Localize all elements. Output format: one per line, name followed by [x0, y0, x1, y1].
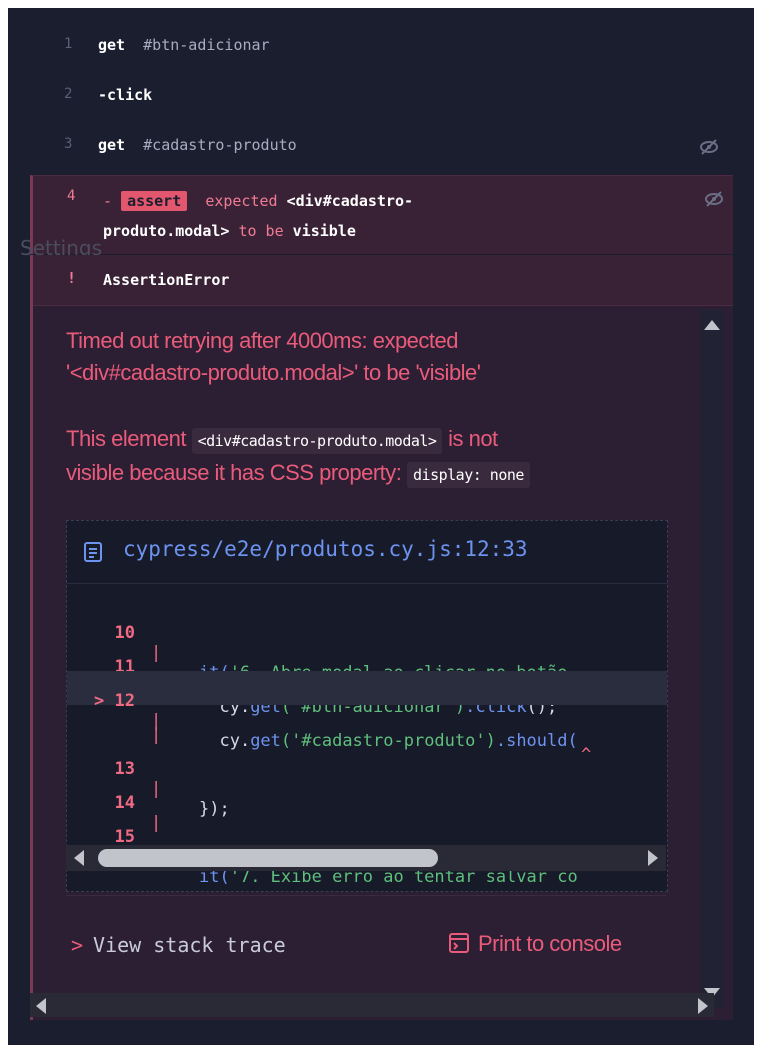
error-name: AssertionError — [103, 271, 230, 289]
eye-slash-icon[interactable] — [703, 188, 725, 210]
command-selector: #cadastro-produto — [143, 136, 297, 154]
code-line: 11 | cy.get('#btn-adicionar').click(); — [67, 637, 667, 717]
file-icon — [84, 542, 102, 562]
error-message-line1: Timed out retrying after 4000ms: expecte… — [66, 328, 459, 353]
error-header: ! AssertionError — [33, 255, 733, 306]
error-detail: This element <div#cadastro-produto.modal… — [66, 423, 686, 491]
command-log-panel: 1 get #btn-adicionar 2 -click 3 get #cad… — [8, 8, 754, 1045]
code-line: | ^ — [67, 705, 667, 765]
code-line: 14 | — [67, 773, 667, 833]
scrollbar-thumb[interactable] — [98, 849, 438, 867]
print-to-console-button[interactable]: Print to console — [448, 931, 622, 957]
scroll-left-arrow-icon[interactable] — [74, 850, 84, 866]
scroll-up-arrow-icon[interactable] — [704, 320, 720, 330]
bottom-horizontal-scrollbar[interactable] — [30, 993, 714, 1017]
vertical-scrollbar[interactable] — [700, 310, 724, 1008]
error-message-line2: '<div#cadastro-produto.modal>' to be 'vi… — [66, 360, 481, 385]
detail-text: visible because it has CSS property: — [66, 460, 402, 485]
assert-to-be: to be — [238, 222, 284, 240]
code-line-highlighted: > 12 | cy.get('#cadastro-produto').shoul… — [67, 671, 667, 751]
line-number: 15 — [114, 827, 135, 847]
assert-expected: expected — [205, 192, 278, 210]
command-name: get — [98, 136, 126, 154]
eye-slash-icon[interactable] — [698, 136, 720, 158]
error-icon: ! — [67, 269, 77, 287]
detail-text: This element — [66, 426, 186, 451]
assert-badge: assert — [121, 191, 188, 211]
code-frame: cypress/e2e/produtos.cy.js:12:33 10 | it… — [66, 520, 668, 892]
stack-trace-label: View stack trace — [93, 933, 286, 957]
divider — [66, 895, 666, 896]
command-selector: #btn-adicionar — [143, 36, 270, 54]
detail-css-code: display: none — [407, 462, 530, 488]
scroll-left-arrow-icon[interactable] — [36, 998, 46, 1014]
assert-subject-part1: <div#cadastro- — [286, 192, 414, 210]
terminal-icon — [449, 933, 469, 953]
command-name: get — [98, 36, 126, 54]
command-number: 2 — [64, 86, 73, 102]
scroll-right-arrow-icon[interactable] — [648, 850, 658, 866]
code-frame-header[interactable]: cypress/e2e/produtos.cy.js:12:33 — [67, 521, 667, 584]
error-panel: ! AssertionError Timed out retrying afte… — [30, 255, 733, 1020]
scroll-right-arrow-icon[interactable] — [698, 998, 708, 1014]
command-number: 4 — [67, 188, 76, 204]
print-to-console-label: Print to console — [478, 931, 622, 956]
command-number: 3 — [64, 136, 73, 152]
command-number: 1 — [64, 36, 73, 52]
code-horizontal-scrollbar[interactable] — [66, 845, 666, 871]
assert-visible: visible — [292, 222, 356, 240]
code-line: 13 | }); — [67, 739, 667, 819]
failed-command-row[interactable]: 4 - assert expected <div#cadastro- produ… — [30, 175, 733, 254]
code-line: 15 | it('7. Exibe erro ao tentar salvar … — [67, 807, 667, 887]
file-path-link[interactable]: cypress/e2e/produtos.cy.js:12:33 — [123, 537, 528, 561]
error-message: Timed out retrying after 4000ms: expecte… — [66, 325, 686, 389]
detail-selector-code: <div#cadastro-produto.modal> — [191, 428, 443, 454]
detail-text: is not — [448, 426, 498, 451]
command-name: -click — [98, 86, 153, 104]
assertion-text: - assert expected <div#cadastro- produto… — [103, 186, 703, 246]
view-stack-trace-button[interactable]: > View stack trace — [71, 933, 286, 957]
dash: - — [103, 192, 113, 210]
code-line: 10 | it('6. Abre modal ao clicar no botã… — [67, 603, 667, 683]
chevron-right-icon: > — [71, 933, 84, 957]
assert-subject-part2: produto.modal> — [103, 222, 230, 240]
